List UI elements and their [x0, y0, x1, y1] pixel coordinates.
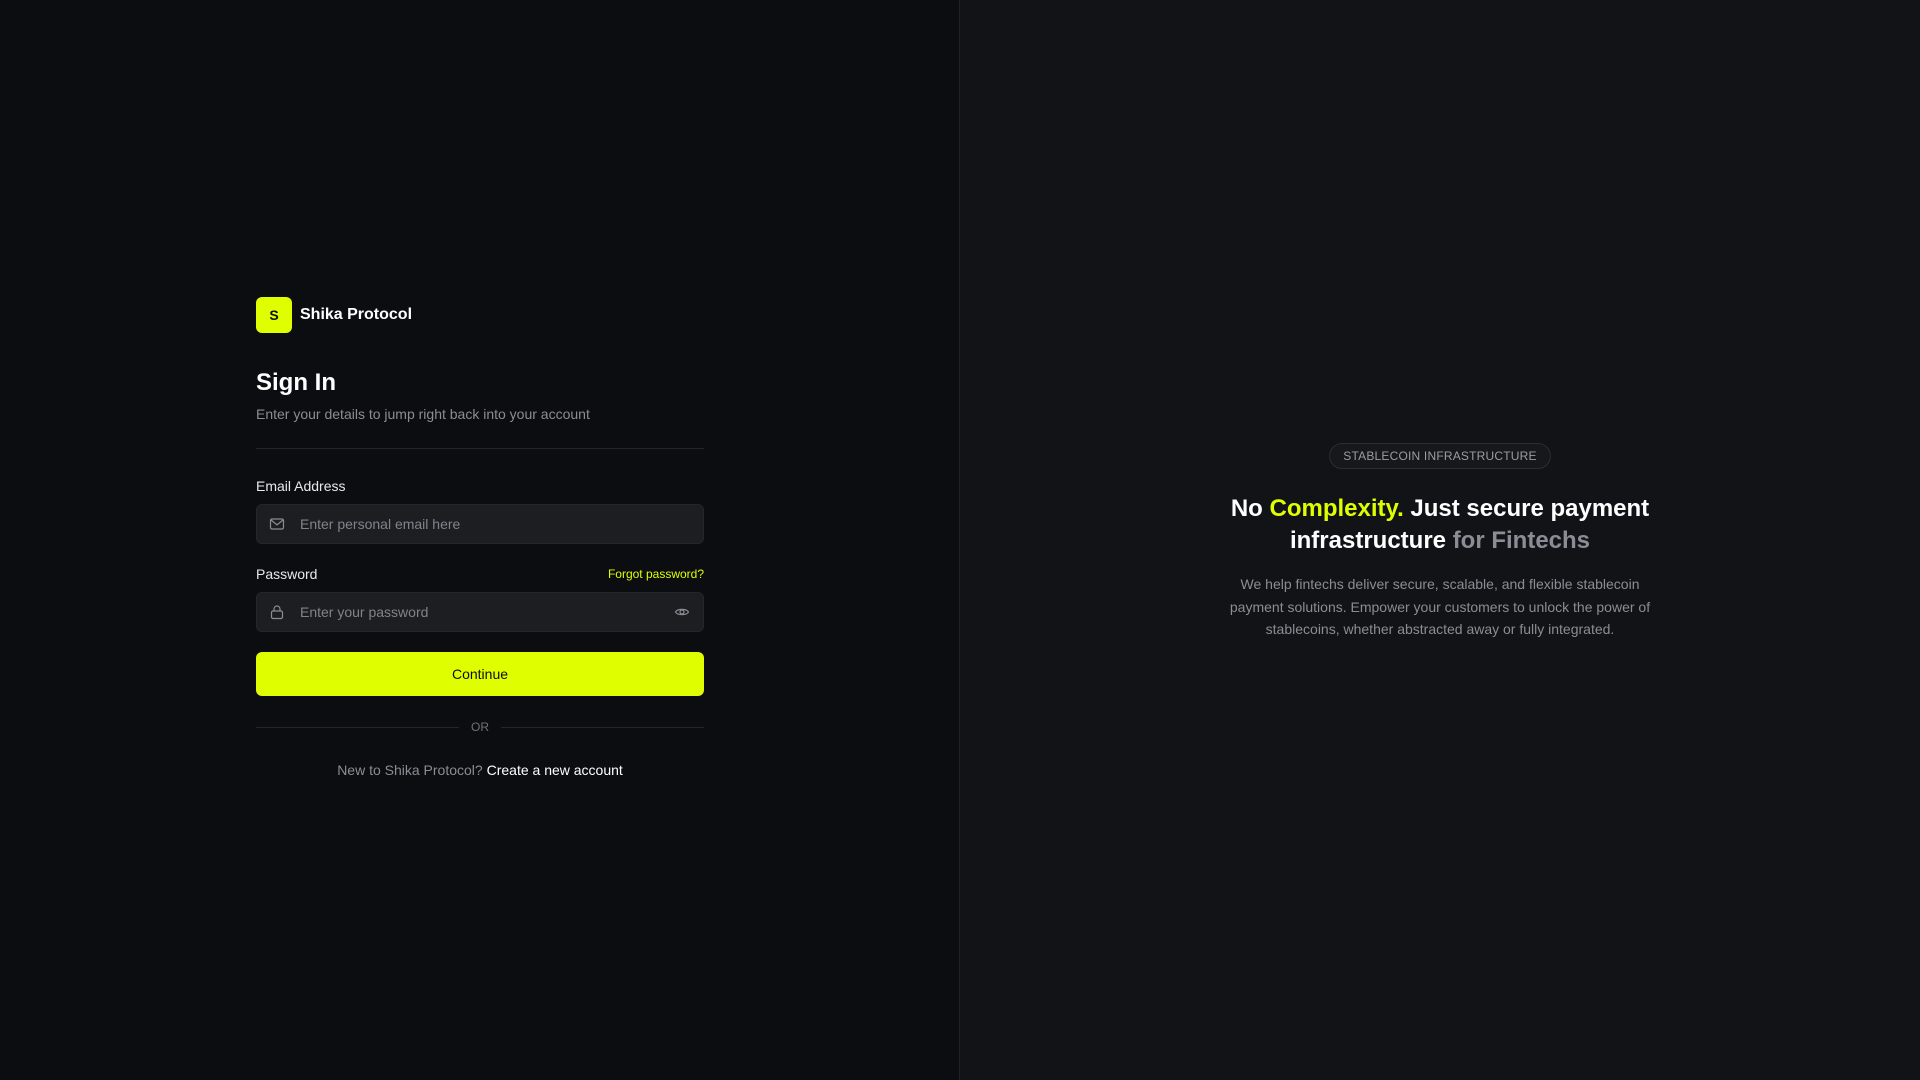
brand-logo: S — [256, 297, 292, 333]
password-field-container — [256, 592, 704, 632]
signin-page: S Shika Protocol Sign In Enter your deta… — [0, 0, 1920, 1080]
continue-button[interactable]: Continue — [256, 652, 704, 696]
signup-row: New to Shika Protocol? Create a new acco… — [256, 762, 704, 778]
hero-heading-muted: for Fintechs — [1452, 527, 1591, 554]
or-text: OR — [471, 720, 489, 734]
hero-heading-part1: No — [1230, 495, 1263, 522]
email-label-row: Email Address — [256, 477, 704, 495]
page-subtitle: Enter your details to jump right back in… — [256, 406, 590, 422]
password-label-row: Password Forgot password? — [256, 565, 704, 583]
password-label: Password — [256, 566, 318, 582]
signin-panel: S Shika Protocol Sign In Enter your deta… — [0, 0, 960, 1080]
or-line-right — [501, 726, 704, 728]
hero-heading-accent: Complexity. — [1269, 495, 1404, 522]
forgot-password-link[interactable]: Forgot password? — [608, 567, 704, 581]
create-account-link[interactable]: Create a new account — [487, 762, 623, 778]
email-field-container — [256, 504, 704, 544]
email-label: Email Address — [256, 478, 346, 494]
signin-form: S Shika Protocol Sign In Enter your deta… — [256, 297, 704, 778]
email-field[interactable] — [298, 505, 691, 543]
page-title: Sign In — [256, 369, 336, 396]
hero-description: We help fintechs deliver secure, scalabl… — [1229, 576, 1651, 637]
hero-panel: STABLECOIN INFRASTRUCTURE No Complexity.… — [960, 0, 1920, 1080]
mail-icon — [269, 516, 285, 532]
signup-prompt: New to Shika Protocol? — [337, 762, 483, 778]
or-line-left — [256, 726, 459, 728]
hero-badge: STABLECOIN INFRASTRUCTURE — [1329, 443, 1551, 469]
password-field[interactable] — [298, 593, 673, 631]
brand: S Shika Protocol — [256, 297, 704, 333]
lock-icon — [269, 604, 285, 620]
eye-icon[interactable] — [673, 603, 691, 621]
or-divider: OR — [256, 720, 704, 734]
hero-heading: No Complexity. Just secure payment infra… — [1210, 493, 1670, 557]
hero: STABLECOIN INFRASTRUCTURE No Complexity.… — [960, 443, 1920, 641]
brand-name: Shika Protocol — [300, 306, 413, 323]
header-divider — [256, 448, 704, 449]
